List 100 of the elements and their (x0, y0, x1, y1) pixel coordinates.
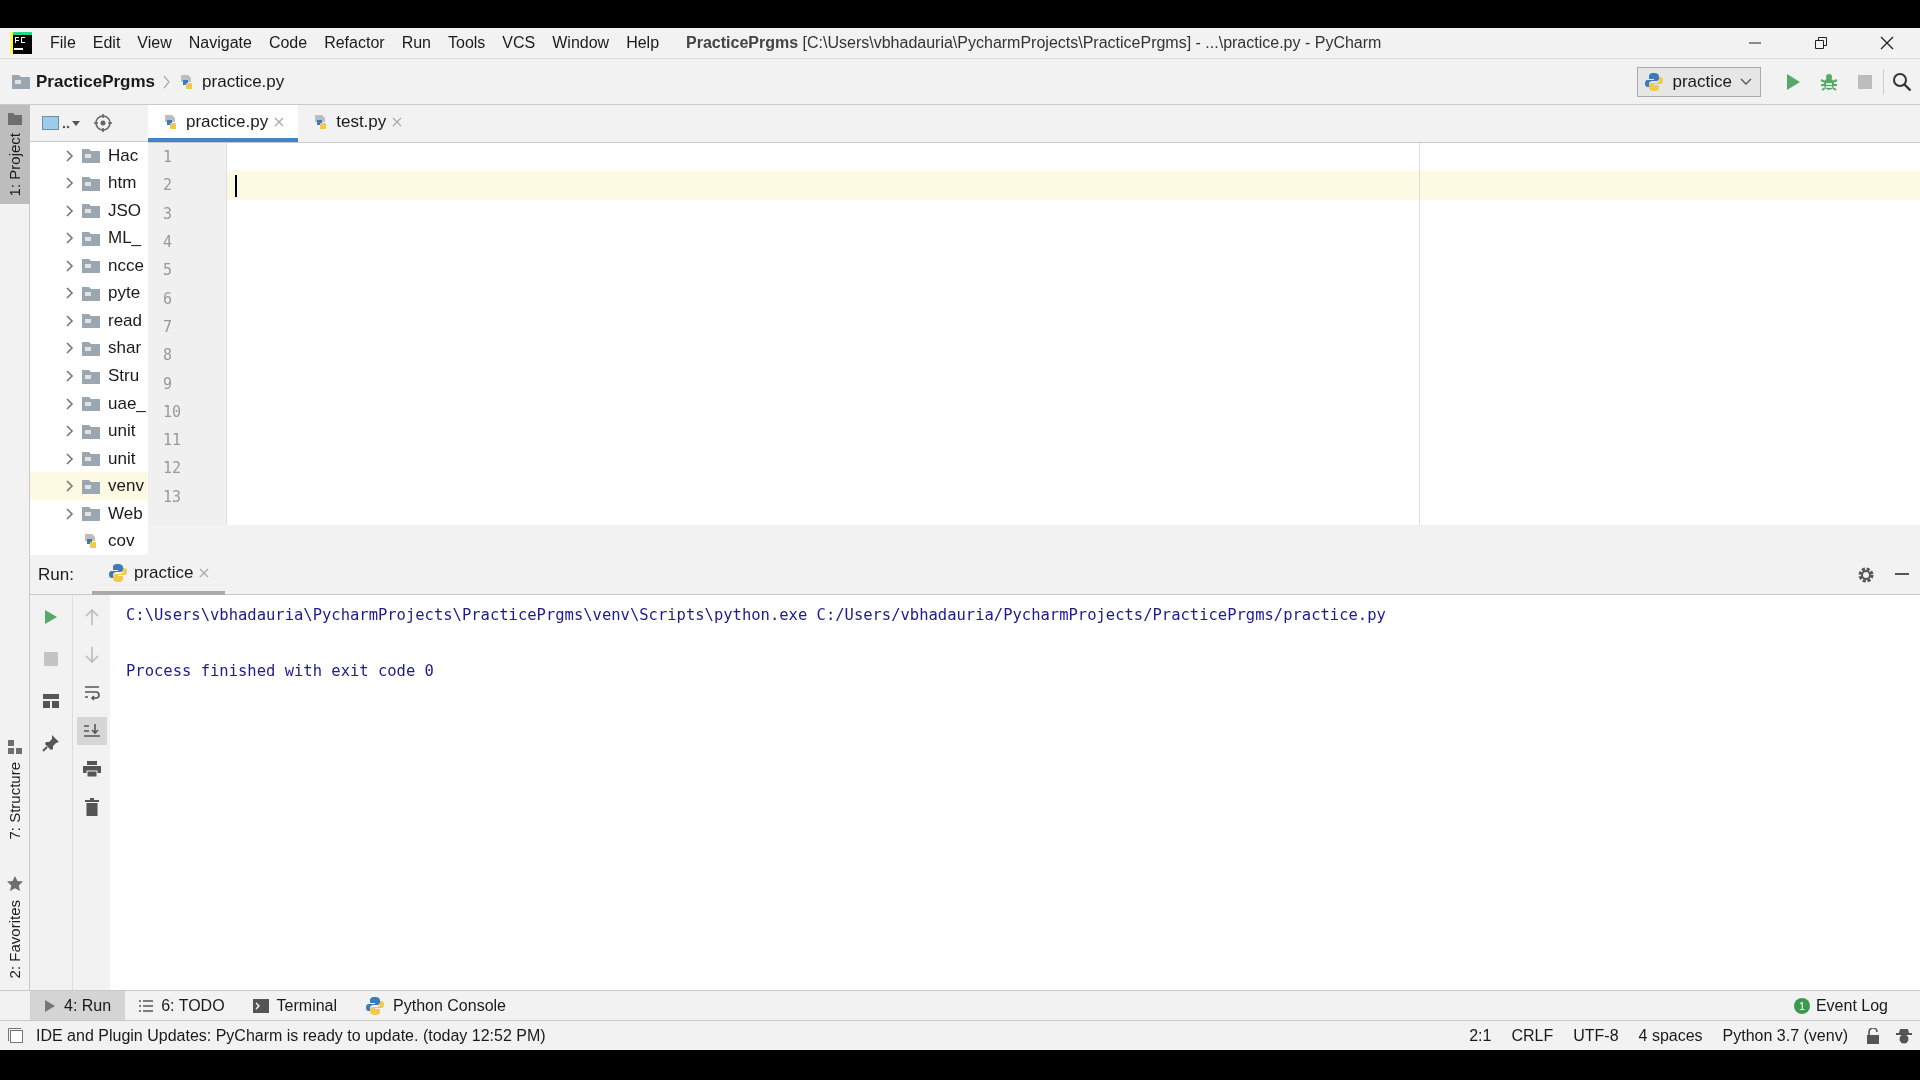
folder-icon (82, 258, 100, 274)
menu-item[interactable]: VCS (496, 31, 542, 55)
folder-icon (82, 148, 100, 164)
line-number: 1 (162, 147, 174, 169)
menu-item[interactable]: Navigate (182, 31, 258, 55)
breadcrumb[interactable]: practice.py (202, 71, 285, 92)
chevron-icon[interactable] (66, 425, 74, 438)
tool-window-tab[interactable]: Python Console (351, 991, 520, 1020)
run-icon (1785, 72, 1801, 91)
chevron-icon[interactable] (66, 177, 74, 190)
list-icon (139, 999, 154, 1012)
tree-item[interactable]: pyte (108, 283, 141, 304)
line-number: 10 (162, 401, 183, 423)
folder-icon (82, 478, 100, 494)
stop-icon (44, 652, 58, 666)
event-log-link[interactable]: Event Log (1815, 996, 1888, 1015)
tree-item[interactable]: JSO (108, 200, 142, 221)
view-mode-icon[interactable] (42, 116, 80, 130)
line-number: 6 (162, 288, 174, 310)
menu-item[interactable]: Help (620, 31, 666, 55)
tool-window-tab[interactable]: 6: TODO (125, 991, 239, 1020)
status-message[interactable]: IDE and Plugin Updates: PyCharm is ready to update. (today 12:52 PM) (36, 1026, 546, 1045)
menu-item[interactable]: Code (262, 31, 314, 55)
menu-item[interactable]: Window (546, 31, 616, 55)
side-tab[interactable]: 2: Favorites (0, 867, 30, 986)
folder-icon (82, 506, 100, 522)
folder-icon (12, 74, 30, 89)
chevron-icon[interactable] (66, 232, 74, 245)
tool-window-tab[interactable]: 4: Run (30, 991, 126, 1020)
tree-item[interactable]: unit (108, 421, 136, 442)
menu-item[interactable]: Refactor (318, 31, 391, 55)
run-panel-label: Run: (38, 564, 74, 585)
status-item[interactable]: 4 spaces (1638, 1026, 1703, 1045)
scroll-to-end-button[interactable] (76, 717, 107, 745)
status-item[interactable]: Python 3.7 (venv) (1722, 1026, 1848, 1045)
locate-icon[interactable] (94, 114, 112, 132)
play-icon (44, 998, 56, 1013)
chevron-icon[interactable] (66, 452, 74, 465)
breadcrumb[interactable]: PracticePrgms (36, 71, 156, 92)
folder-icon (82, 451, 100, 467)
restore-icon (1814, 36, 1828, 50)
line-number: 8 (162, 345, 174, 367)
settings-icon[interactable] (1857, 565, 1875, 584)
line-number: 5 (162, 260, 174, 282)
folder-icon (82, 285, 100, 301)
search-icon (1892, 71, 1912, 92)
menu-item[interactable]: Run (395, 31, 437, 55)
chevron-icon[interactable] (66, 342, 74, 355)
editor-tab[interactable]: practice.py (148, 105, 299, 142)
tree-item[interactable]: ML_ (108, 228, 142, 249)
folder-icon (82, 396, 100, 412)
wrap-icon (83, 685, 100, 701)
status-item[interactable]: 2:1 (1469, 1026, 1492, 1045)
run-configuration-dropdown[interactable]: practice (1637, 66, 1761, 97)
tree-item[interactable]: cov (108, 531, 135, 552)
tree-item[interactable]: shar (108, 338, 142, 359)
tree-item[interactable]: ncce (108, 255, 144, 276)
chevron-icon[interactable] (66, 370, 74, 382)
run-tab[interactable]: practice (91, 554, 226, 595)
chevron-icon[interactable] (66, 259, 74, 272)
menu-item[interactable]: File (44, 31, 82, 55)
chevron-icon[interactable] (66, 314, 74, 327)
folder-icon (82, 341, 100, 356)
menu-item[interactable]: View (131, 31, 178, 55)
inspector-icon[interactable] (1896, 1027, 1912, 1044)
tree-item[interactable]: Hac (108, 145, 139, 166)
tool-window-tab[interactable]: Terminal (238, 991, 352, 1020)
stop-icon (1857, 73, 1873, 90)
console-output-line: Process finished with exit code 0 (126, 661, 435, 682)
editor-tab[interactable]: test.py (298, 105, 417, 142)
folder-icon (82, 423, 100, 439)
python-icon (365, 995, 386, 1016)
status-item[interactable]: UTF-8 (1573, 1026, 1619, 1045)
tree-item[interactable]: unit (108, 448, 136, 469)
structure-icon (7, 740, 22, 755)
side-tab[interactable]: 7: Structure (0, 732, 30, 848)
chevron-icon[interactable] (66, 204, 74, 217)
tree-item[interactable]: htm (108, 173, 137, 194)
menu-item[interactable]: Tools (442, 31, 492, 55)
chevron-icon[interactable] (66, 480, 74, 493)
status-item[interactable]: CRLF (1511, 1026, 1554, 1045)
side-tab[interactable]: 1: Project (0, 105, 30, 205)
chevron-icon[interactable] (66, 507, 74, 520)
terminal-icon (252, 998, 269, 1013)
line-number: 4 (162, 232, 174, 254)
folder-icon (7, 113, 22, 125)
run-icon (44, 609, 58, 625)
unlock-icon[interactable] (1866, 1027, 1880, 1044)
tree-item[interactable]: uae_ (108, 393, 146, 414)
trash-icon[interactable] (84, 798, 99, 816)
folder-icon (82, 203, 100, 219)
notification-icon[interactable] (8, 1027, 24, 1044)
tree-item[interactable]: Web (108, 503, 143, 524)
chevron-icon[interactable] (66, 149, 74, 162)
tree-item[interactable]: Stru (108, 366, 140, 386)
close-icon[interactable] (274, 116, 285, 127)
tree-item[interactable]: read (108, 310, 143, 331)
chevron-icon[interactable] (66, 287, 74, 300)
chevron-icon[interactable] (66, 397, 74, 410)
menu-item[interactable]: Edit (86, 31, 127, 55)
